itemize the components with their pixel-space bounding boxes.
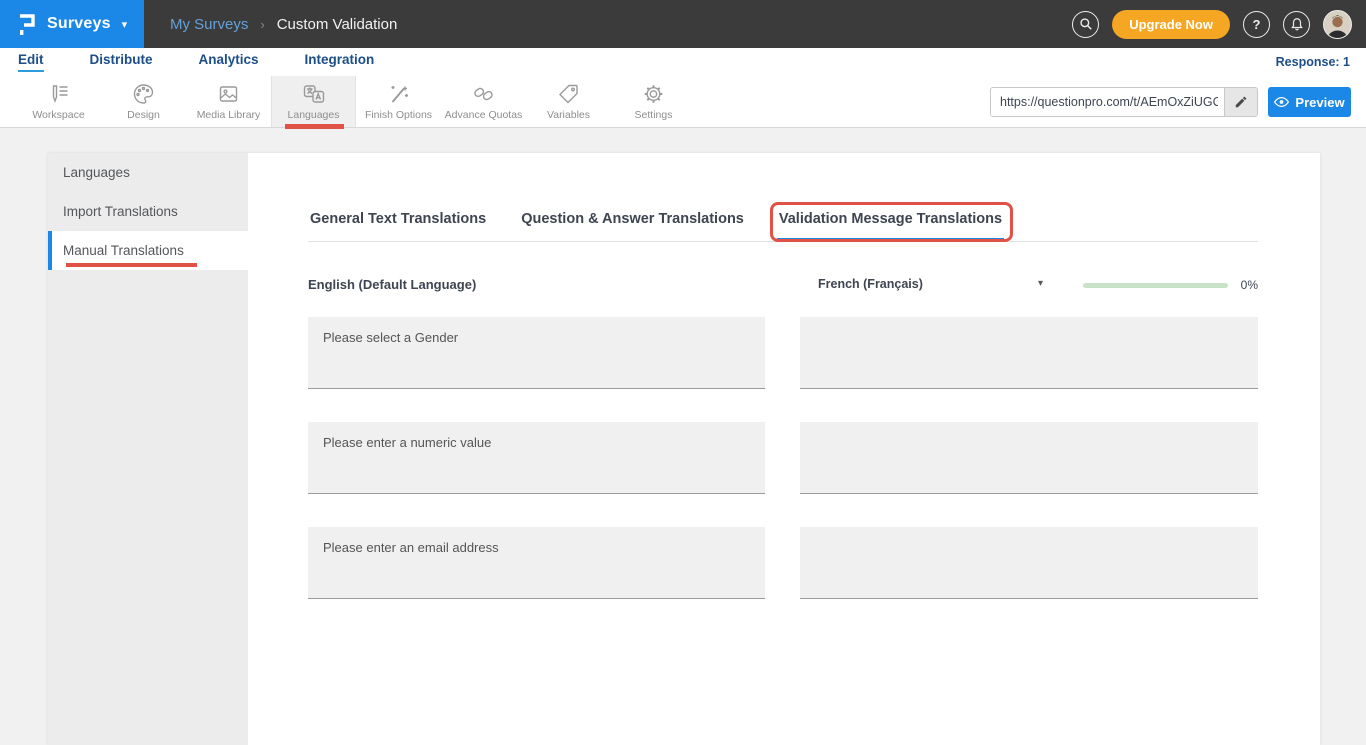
toolbar-item-finish-options[interactable]: Finish Options [356,76,441,127]
toolbar-item-label: Advance Quotas [445,109,523,121]
workspace-icon [46,82,71,106]
advance-quotas-icon [471,82,496,106]
help-button[interactable]: ? [1243,11,1270,38]
sidebar-item-languages[interactable]: Languages [48,153,248,192]
toolbar-item-label: Workspace [32,109,84,121]
breadcrumb-my-surveys[interactable]: My Surveys [170,16,248,33]
target-language-controls: French (Français) ▾ 0% [800,277,1258,295]
toolbar-item-design[interactable]: Design [101,76,186,127]
toolbar-item-label: Design [127,109,160,121]
pencil-icon [1234,95,1248,109]
tab-integration[interactable]: Integration [305,52,375,72]
tab-edit[interactable]: Edit [18,52,44,72]
variables-icon [556,82,581,106]
surveys-menu[interactable]: Surveys ▾ [0,0,144,48]
toolbar-item-label: Finish Options [365,109,432,121]
languages-sidebar: Languages Import Translations Manual Tra… [48,153,248,745]
toolbar-item-variables[interactable]: Variables [526,76,611,127]
sidebar-item-import-translations[interactable]: Import Translations [48,192,248,231]
manual-translations-content: General Text Translations Question & Ans… [248,153,1320,745]
settings-icon [641,82,666,106]
target-text-numeric[interactable] [800,422,1258,494]
survey-url-input[interactable] [991,88,1224,116]
chevron-down-icon: ▾ [122,18,128,31]
tab-general-text-translations[interactable]: General Text Translations [308,205,488,242]
survey-nav: Edit Distribute Analytics Integration Re… [0,48,1366,76]
tab-distribute[interactable]: Distribute [90,52,153,72]
tab-label: Validation Message Translations [779,211,1002,227]
languages-panel: Languages Import Translations Manual Tra… [48,153,1320,745]
toolbar-item-label: Variables [547,109,590,121]
tab-validation-message-translations[interactable]: Validation Message Translations [777,205,1004,242]
topbar-actions: Upgrade Now ? [1072,0,1352,48]
translation-progress-percent: 0% [1241,278,1258,292]
toolbar-item-label: Settings [635,109,673,121]
translation-progress-bar [1083,283,1228,288]
survey-url-box [990,87,1258,117]
edit-toolbar: Workspace Design Media Library Languages… [0,76,1366,128]
preview-button[interactable]: Preview [1268,87,1351,117]
search-button[interactable] [1072,11,1099,38]
notifications-button[interactable] [1283,11,1310,38]
preview-label: Preview [1295,95,1344,110]
target-text-gender[interactable] [800,317,1258,389]
questionpro-logo-icon [14,10,38,38]
source-text-numeric[interactable] [308,422,765,494]
toolbar-item-label: Media Library [197,109,261,121]
toolbar-item-label: Languages [288,109,340,121]
finish-options-icon [386,82,411,106]
language-header-row: English (Default Language) French (Franç… [308,277,1258,295]
translation-row [308,317,1258,389]
bell-icon [1290,17,1304,31]
response-count[interactable]: Response: 1 [1276,55,1350,69]
design-icon [131,82,156,106]
tab-analytics[interactable]: Analytics [199,52,259,72]
sidebar-item-label: Languages [63,165,130,180]
tab-question-answer-translations[interactable]: Question & Answer Translations [519,205,746,242]
toolbar-item-media-library[interactable]: Media Library [186,76,271,127]
breadcrumb: My Surveys › Custom Validation [144,0,397,48]
translation-tabs: General Text Translations Question & Ans… [308,205,1258,242]
translation-row [308,527,1258,599]
avatar-photo [1324,11,1351,38]
source-language-label: English (Default Language) [308,277,765,295]
product-name: Surveys [47,15,111,33]
source-text-gender[interactable] [308,317,765,389]
toolbar-item-advance-quotas[interactable]: Advance Quotas [441,76,526,127]
toolbar-item-workspace[interactable]: Workspace [16,76,101,127]
breadcrumb-current: Custom Validation [277,16,398,33]
top-bar: Surveys ▾ My Surveys › Custom Validation… [0,0,1366,48]
source-text-email[interactable] [308,527,765,599]
breadcrumb-separator-icon: › [260,17,264,32]
sidebar-item-manual-translations[interactable]: Manual Translations [48,231,248,270]
annotation-red-underline [66,263,197,267]
search-icon [1079,17,1093,31]
edit-url-button[interactable] [1224,88,1257,116]
user-avatar[interactable] [1323,10,1352,39]
media-library-icon [216,82,241,106]
target-language-select[interactable]: French (Français) [818,277,923,291]
sidebar-item-label: Import Translations [63,204,178,219]
translation-row [308,422,1258,494]
chevron-down-icon[interactable]: ▾ [1038,278,1043,289]
question-mark-icon: ? [1253,17,1261,32]
toolbar-item-languages[interactable]: Languages [271,76,356,127]
sidebar-item-label: Manual Translations [63,243,184,258]
toolbar-item-settings[interactable]: Settings [611,76,696,127]
upgrade-now-button[interactable]: Upgrade Now [1112,10,1230,39]
languages-icon [301,82,326,106]
annotation-red-underline [285,124,344,129]
eye-icon [1274,96,1289,108]
target-text-email[interactable] [800,527,1258,599]
